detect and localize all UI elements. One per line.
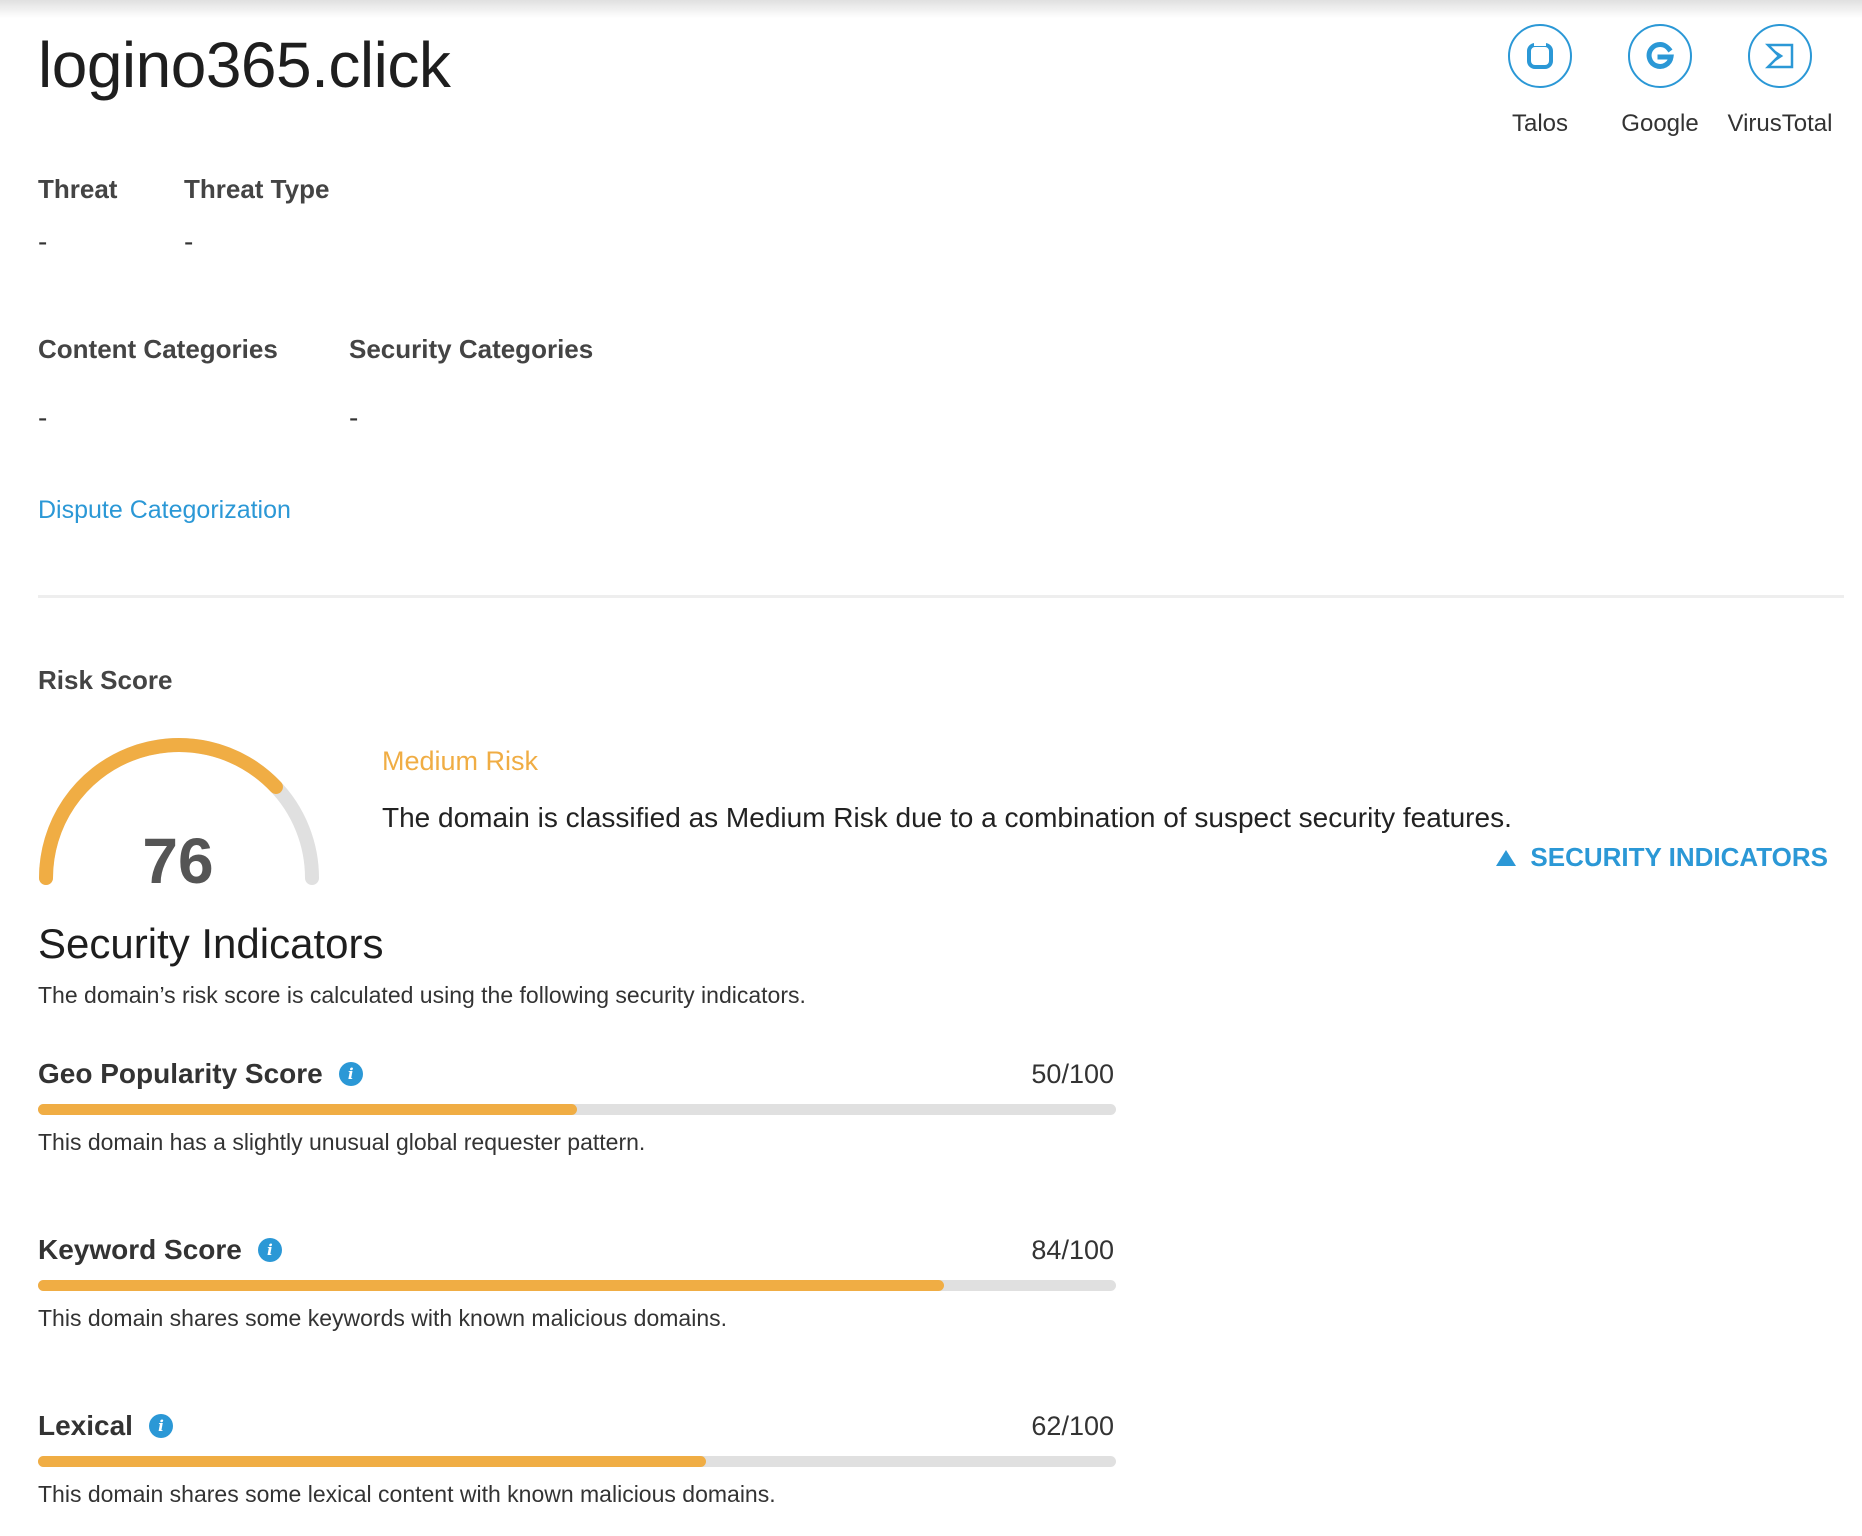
risk-score-value: 76	[142, 825, 214, 897]
dispute-categorization-link[interactable]: Dispute Categorization	[38, 496, 291, 525]
indicator-keyword: Keyword Score i 84/100 This domain share…	[38, 1232, 1116, 1332]
indicator-name: Lexical	[38, 1410, 133, 1441]
talos-label: Talos	[1511, 110, 1569, 137]
info-icon[interactable]: i	[338, 1062, 363, 1086]
indicator-geo-popularity: Geo Popularity Score i 50/100 This domai…	[38, 1056, 1116, 1156]
indicator-bar-track	[38, 1456, 1116, 1467]
indicator-description: This domain shares some lexical content …	[38, 1481, 776, 1507]
security-indicators-toggle-label: SECURITY INDICATORS	[1530, 842, 1828, 872]
indicator-bar-track	[38, 1104, 1116, 1115]
risk-level: Medium Risk	[382, 746, 539, 776]
indicator-lexical: Lexical i 62/100 This domain shares some…	[38, 1408, 1116, 1508]
info-icon[interactable]: i	[257, 1238, 282, 1262]
threat-type-label: Threat Type	[184, 174, 330, 204]
security-indicators-subtitle: The domain’s risk score is calculated us…	[38, 982, 806, 1008]
security-categories-value: -	[349, 402, 359, 433]
threat-label: Threat	[38, 174, 118, 204]
risk-description: The domain is classified as Medium Risk …	[382, 802, 1512, 833]
top-shadow	[0, 0, 1862, 18]
info-icon[interactable]: i	[148, 1414, 173, 1438]
virustotal-link[interactable]: VirusTotal	[1720, 24, 1840, 138]
risk-score-label: Risk Score	[38, 665, 173, 695]
indicator-score: 62/100	[1031, 1410, 1114, 1441]
content-categories-value: -	[38, 402, 48, 433]
indicator-name: Geo Popularity Score	[38, 1058, 323, 1089]
content-categories-label: Content Categories	[38, 334, 278, 364]
indicator-bar-fill	[38, 1280, 944, 1291]
security-indicators-title: Security Indicators	[38, 920, 384, 967]
google-icon	[1628, 24, 1692, 88]
indicator-score: 50/100	[1031, 1058, 1114, 1089]
security-indicators-toggle[interactable]: SECURITY INDICATORS	[1496, 842, 1828, 873]
indicator-score: 84/100	[1031, 1234, 1114, 1265]
indicator-bar-track	[38, 1280, 1116, 1291]
external-lookup-links: Talos Google VirusTotal	[1480, 24, 1840, 138]
section-divider	[38, 595, 1844, 598]
indicator-description: This domain has a slightly unusual globa…	[38, 1129, 646, 1155]
threat-value: -	[38, 226, 48, 257]
domain-title: logino365.click	[38, 29, 451, 101]
virustotal-icon	[1748, 24, 1812, 88]
talos-icon	[1508, 24, 1572, 88]
google-link[interactable]: Google	[1600, 24, 1720, 138]
virustotal-label: VirusTotal	[1727, 110, 1833, 137]
indicator-bar-fill	[38, 1104, 577, 1115]
security-categories-label: Security Categories	[349, 334, 594, 364]
indicator-description: This domain shares some keywords with kn…	[38, 1305, 728, 1331]
talos-link[interactable]: Talos	[1480, 24, 1600, 138]
caret-up-icon	[1496, 849, 1517, 866]
google-label: Google	[1621, 110, 1699, 137]
indicator-name: Keyword Score	[38, 1234, 242, 1265]
indicator-bar-fill	[38, 1456, 707, 1467]
threat-type-value: -	[184, 226, 194, 257]
